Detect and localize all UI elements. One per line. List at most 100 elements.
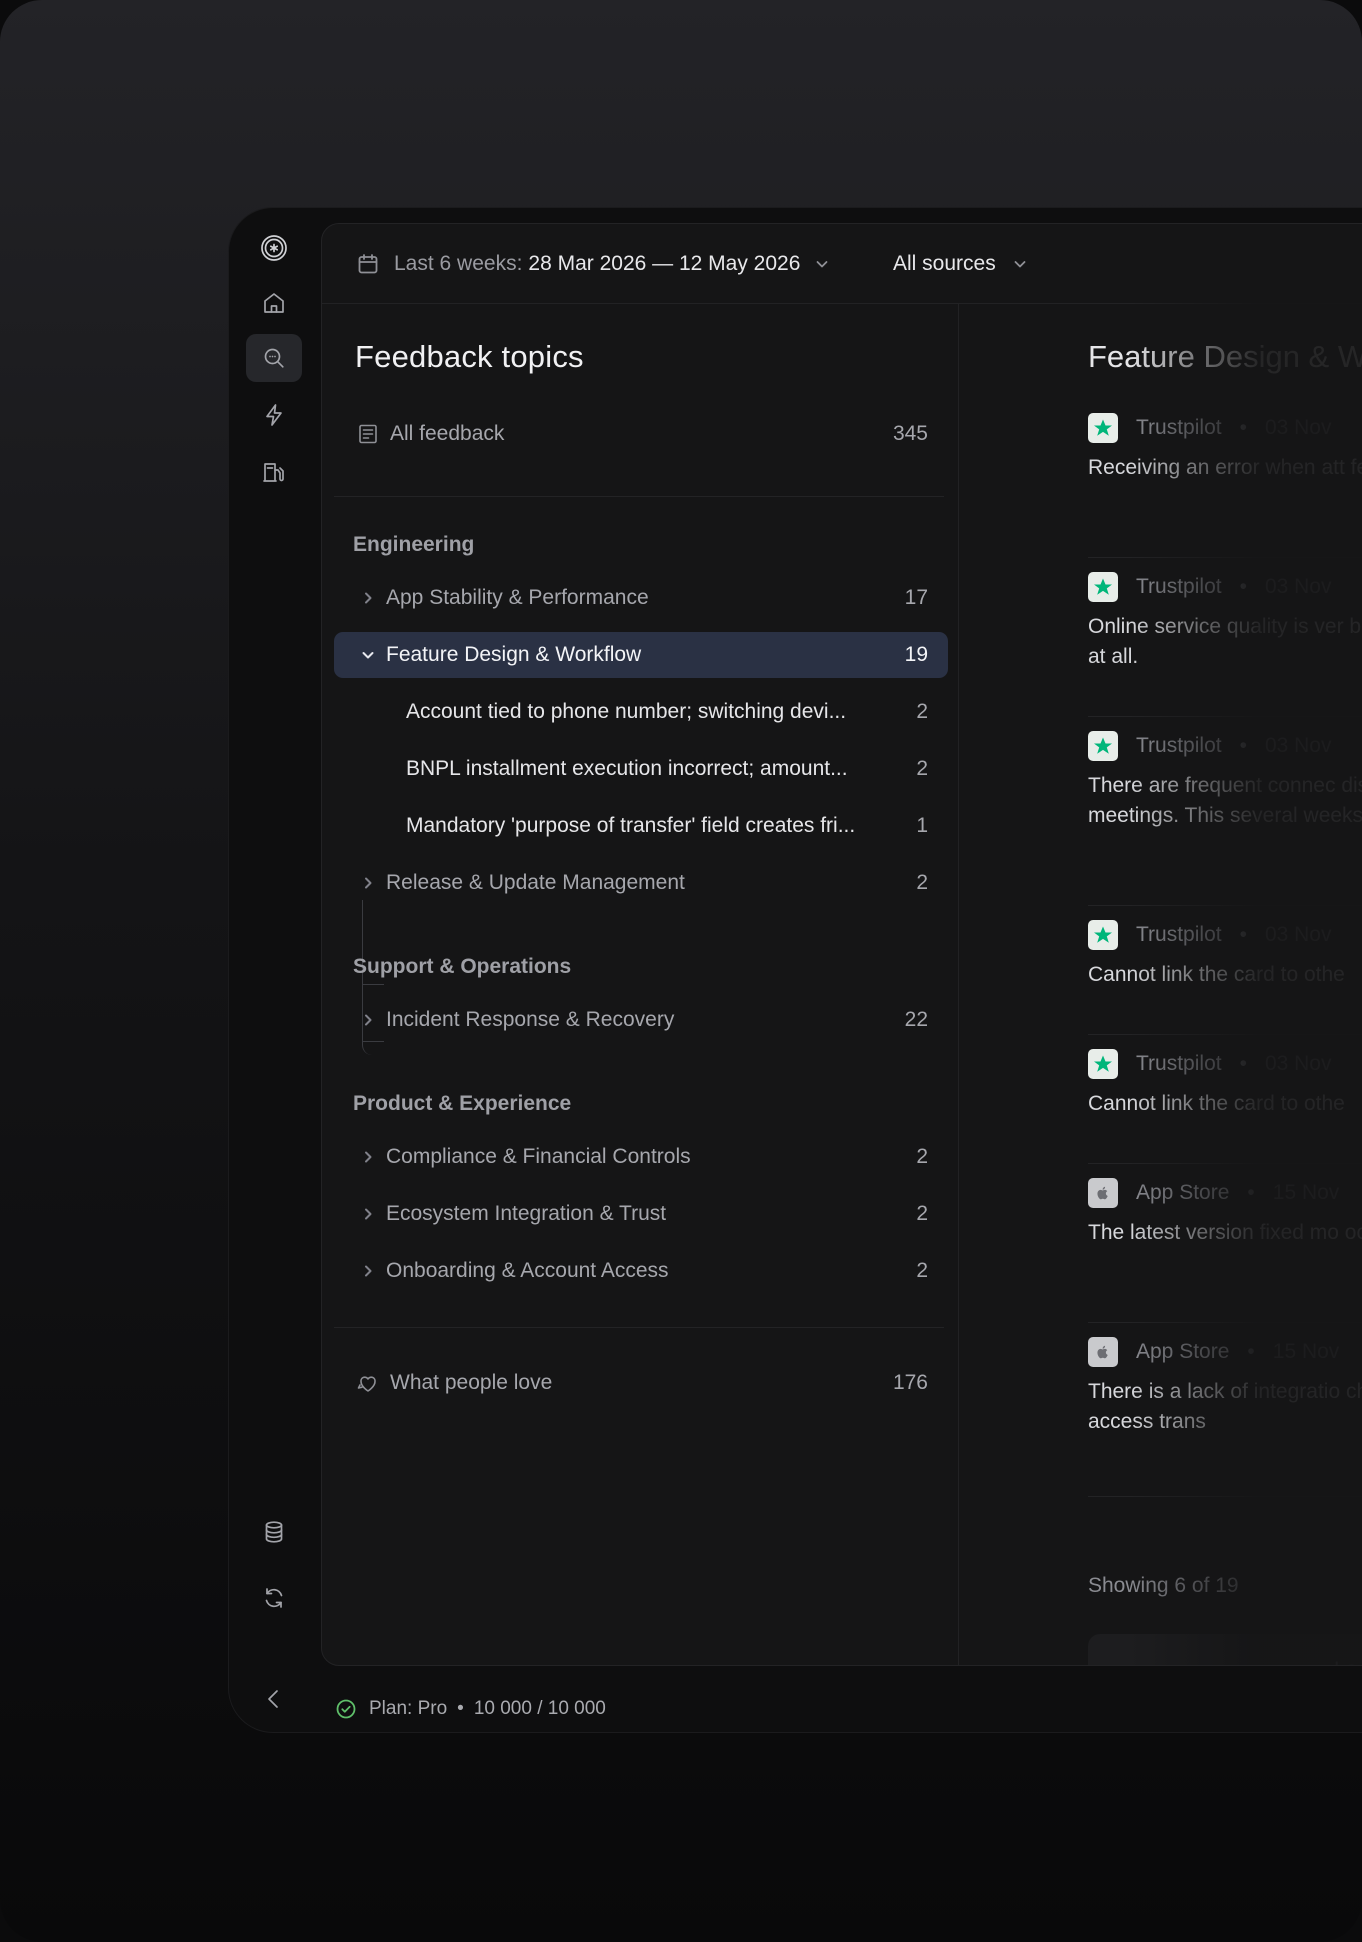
topic-label: Incident Response & Recovery xyxy=(386,1008,675,1031)
feedback-card[interactable]: Trustpilot • 03 Nov Cannot link the card… xyxy=(1088,920,1362,990)
apple-icon xyxy=(1088,1178,1118,1208)
topic-count: 2 xyxy=(916,1202,928,1225)
topic-label: Onboarding & Account Access xyxy=(386,1259,669,1282)
subtopic-item[interactable]: Account tied to phone number; switching … xyxy=(334,689,948,735)
subtopic-item[interactable]: Mandatory 'purpose of transfer' field cr… xyxy=(334,803,948,849)
topic-count: 2 xyxy=(916,1259,928,1282)
user-icon[interactable] xyxy=(246,1729,302,1732)
date-range-prefix: Last 6 weeks: xyxy=(394,252,523,275)
load-more-button[interactable]: Lo xyxy=(1088,1634,1362,1665)
all-feedback-label: All feedback xyxy=(390,422,505,445)
topic-label: Feature Design & Workflow xyxy=(386,643,642,666)
app-logo-icon[interactable] xyxy=(246,224,302,272)
plan-status: Plan: Pro • 10 000 / 10 000 xyxy=(335,1698,606,1720)
feedback-text: Online service quality is ver bots do no… xyxy=(1088,615,1362,668)
feedback-card[interactable]: Trustpilot • 03 Nov Cannot link the card… xyxy=(1088,1049,1362,1119)
topic-count: 17 xyxy=(904,586,928,609)
topic-incident-response[interactable]: Incident Response & Recovery 22 xyxy=(334,997,948,1043)
topic-app-stability[interactable]: App Stability & Performance 17 xyxy=(334,575,948,621)
topic-ecosystem[interactable]: Ecosystem Integration & Trust 2 xyxy=(334,1191,948,1237)
topic-release-update[interactable]: Release & Update Management 2 xyxy=(334,860,948,906)
sync-icon[interactable] xyxy=(246,1574,302,1622)
feedback-card[interactable]: App Store • 15 Nov The latest version fi… xyxy=(1088,1178,1362,1248)
subtopic-item[interactable]: BNPL installment execution incorrect; am… xyxy=(334,746,948,792)
feedback-card[interactable]: Trustpilot • 03 Nov Online service quali… xyxy=(1088,572,1362,672)
subtopic-count: 2 xyxy=(916,700,928,723)
source-name: App Store xyxy=(1136,1340,1230,1363)
sources-label: All sources xyxy=(893,252,996,275)
topics-column: Feedback topics All feedback 345 Enginee… xyxy=(322,303,958,1665)
feedback-text: The latest version fixed mo occasionally… xyxy=(1088,1221,1362,1244)
feedback-list-icon xyxy=(359,424,377,444)
feedback-date: 03 Nov xyxy=(1264,575,1332,598)
topic-onboarding[interactable]: Onboarding & Account Access 2 xyxy=(334,1248,948,1294)
chevron-right-icon xyxy=(365,877,372,889)
feedback-text: Cannot link the card to othe xyxy=(1088,1092,1345,1115)
date-range-value: 28 Mar 2026 — 12 May 2026 xyxy=(528,252,801,275)
detail-title: Feature Design & W xyxy=(1088,339,1362,374)
feedback-date: 03 Nov xyxy=(1264,734,1332,757)
trustpilot-star-icon xyxy=(1088,572,1118,602)
page-title: Feedback topics xyxy=(355,339,584,374)
feedback-date: 03 Nov xyxy=(1264,923,1332,946)
group-heading-support: Support & Operations xyxy=(353,955,572,978)
source-name: Trustpilot xyxy=(1136,734,1222,757)
feedback-date: 03 Nov xyxy=(1264,416,1332,439)
sources-dropdown[interactable]: All sources xyxy=(893,248,1028,280)
feedback-text: Cannot link the card to othe xyxy=(1088,963,1345,986)
group-heading-product: Product & Experience xyxy=(353,1092,572,1115)
home-icon[interactable] xyxy=(246,279,302,327)
heart-chat-icon xyxy=(357,1376,376,1392)
divider xyxy=(1088,1322,1362,1323)
topic-label: Release & Update Management xyxy=(386,871,685,894)
chevron-down-icon xyxy=(817,261,828,268)
trustpilot-star-icon xyxy=(1088,731,1118,761)
feedback-text: Receiving an error when att feature. xyxy=(1088,456,1362,479)
chevron-right-icon xyxy=(365,592,372,604)
feedback-date: 15 Nov xyxy=(1272,1181,1340,1204)
fuel-station-icon[interactable] xyxy=(246,448,302,496)
trustpilot-star-icon xyxy=(1088,413,1118,443)
plan-usage: 10 000 / 10 000 xyxy=(473,1698,606,1719)
chevron-down-icon xyxy=(362,652,374,659)
what-people-love-row[interactable]: What people love 176 xyxy=(334,1360,948,1406)
divider xyxy=(1088,557,1362,558)
topic-compliance[interactable]: Compliance & Financial Controls 2 xyxy=(334,1134,948,1180)
chevron-down-icon xyxy=(1014,261,1026,268)
subtopic-count: 1 xyxy=(916,814,928,837)
feedback-text: There are frequent connec disrupts our m… xyxy=(1088,774,1362,827)
detail-column: Feature Design & W Trustpilot • 03 Nov R… xyxy=(959,303,1362,1665)
divider xyxy=(1088,1496,1362,1497)
topic-feature-design[interactable]: Feature Design & Workflow 19 xyxy=(334,632,948,678)
source-name: Trustpilot xyxy=(1136,575,1222,598)
what-people-love-count: 176 xyxy=(892,1371,928,1394)
feedback-card[interactable]: Trustpilot • 03 Nov There are frequent c… xyxy=(1088,731,1362,831)
collapse-chevron-icon[interactable] xyxy=(246,1675,302,1723)
check-circle-icon xyxy=(336,1699,356,1719)
divider xyxy=(1088,1034,1362,1035)
subtopic-label: Mandatory 'purpose of transfer' field cr… xyxy=(406,814,856,837)
trustpilot-star-icon xyxy=(1088,920,1118,950)
source-name: Trustpilot xyxy=(1136,1052,1222,1075)
topic-count: 2 xyxy=(916,871,928,894)
pagination-status: Showing 6 of 19 xyxy=(1088,1574,1239,1597)
feedback-date: 15 Nov xyxy=(1272,1340,1340,1363)
topic-label: Compliance & Financial Controls xyxy=(386,1145,691,1168)
app-window: Last 6 weeks: 28 Mar 2026 — 12 May 2026 … xyxy=(229,208,1362,1732)
search-insights-icon[interactable] xyxy=(246,334,302,382)
trustpilot-star-icon xyxy=(1088,1049,1118,1079)
plan-label: Plan: Pro xyxy=(369,1698,448,1719)
source-name: Trustpilot xyxy=(1136,416,1222,439)
main-panel: Last 6 weeks: 28 Mar 2026 — 12 May 2026 … xyxy=(321,223,1362,1666)
date-range-picker[interactable]: Last 6 weeks: 28 Mar 2026 — 12 May 2026 xyxy=(356,248,830,280)
lightning-icon[interactable] xyxy=(246,391,302,439)
subtopic-count: 2 xyxy=(916,757,928,780)
database-icon[interactable] xyxy=(246,1508,302,1556)
group-heading-engineering: Engineering xyxy=(353,533,475,556)
all-feedback-row[interactable]: All feedback 345 xyxy=(334,411,948,457)
calendar-icon xyxy=(358,254,378,274)
what-people-love-label: What people love xyxy=(390,1371,553,1394)
divider xyxy=(334,1327,944,1328)
feedback-card[interactable]: Trustpilot • 03 Nov Receiving an error w… xyxy=(1088,413,1362,483)
feedback-card[interactable]: App Store • 15 Nov There is a lack of in… xyxy=(1088,1337,1362,1437)
